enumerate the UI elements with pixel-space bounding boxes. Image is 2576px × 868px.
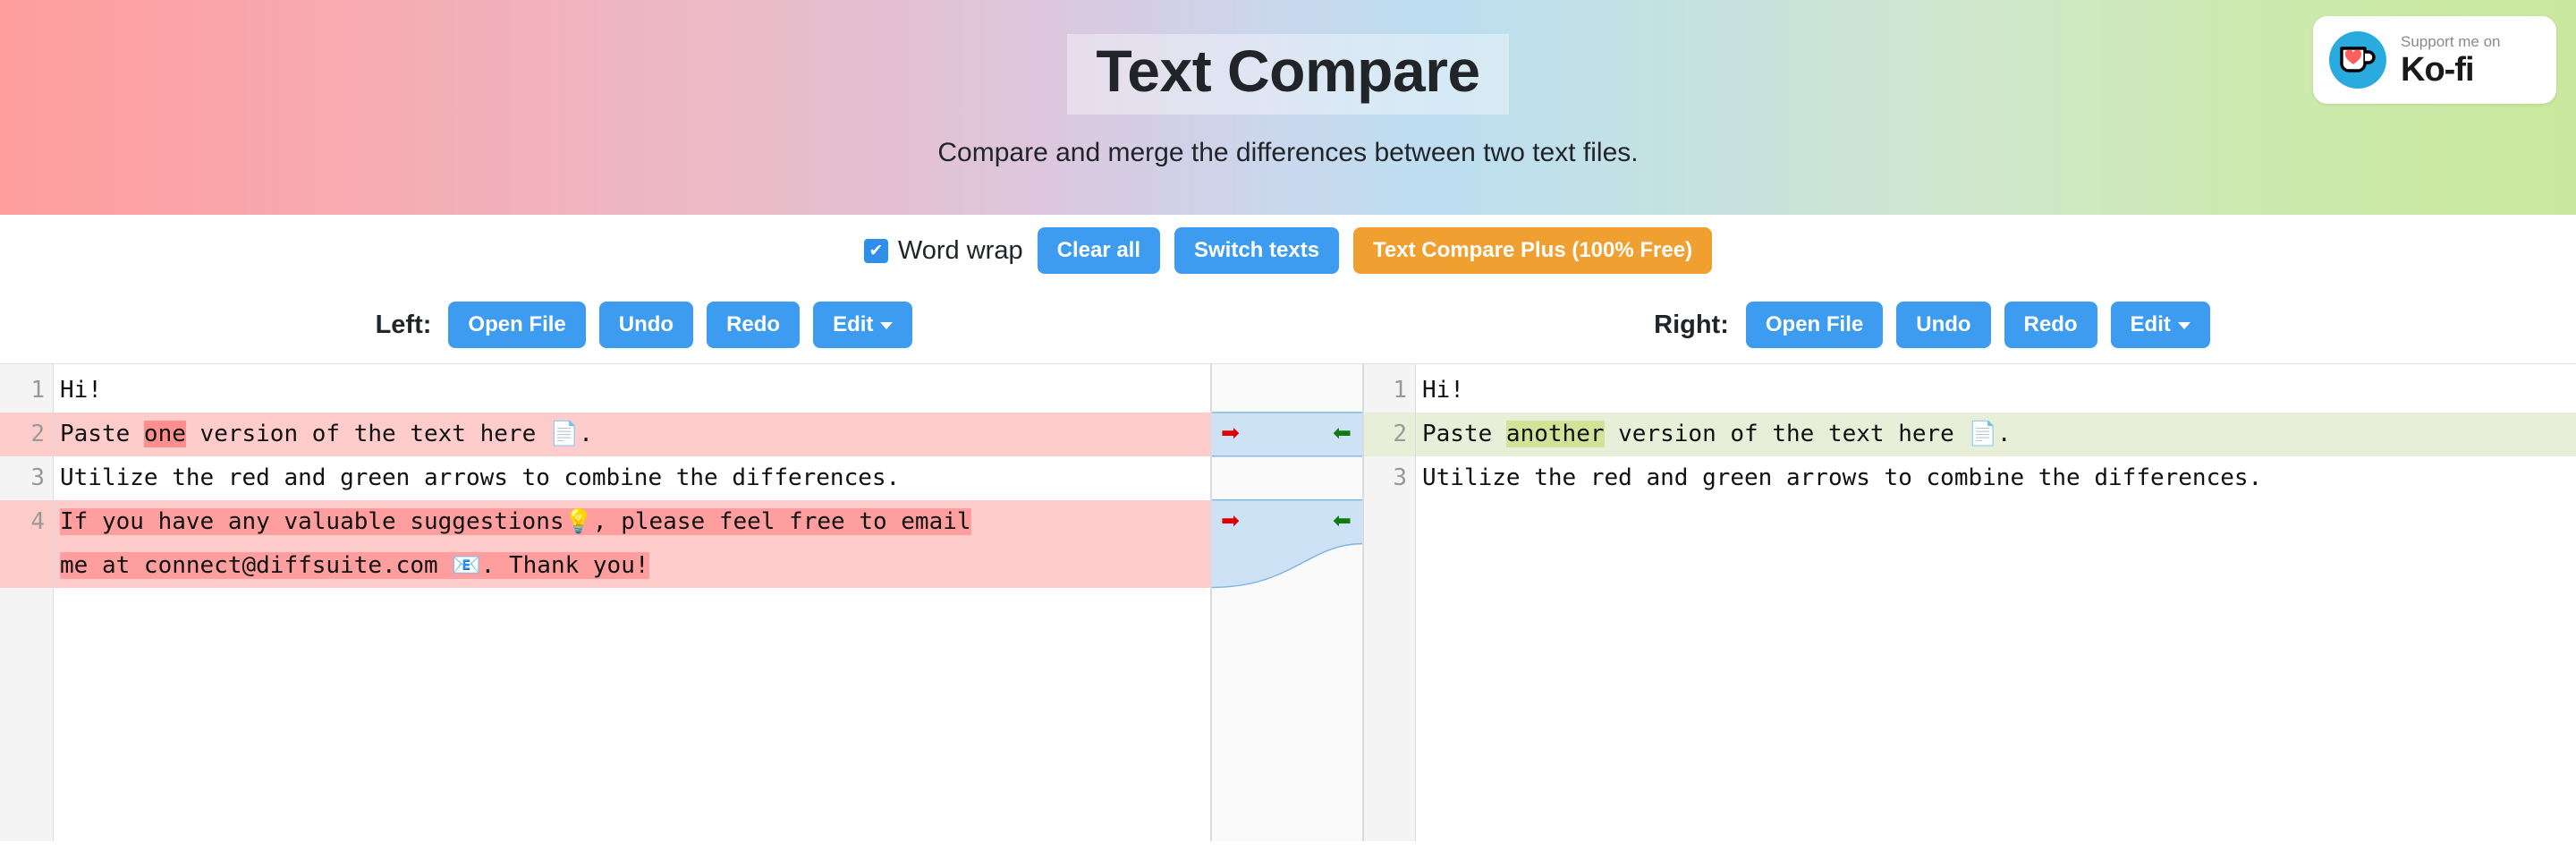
kofi-support-badge[interactable]: Support me on Ko-fi — [2313, 16, 2556, 104]
code-text: version of the text here — [185, 421, 550, 447]
code-text: Hi! — [60, 377, 102, 404]
right-code-content[interactable]: Hi! Paste another version of the text he… — [1416, 364, 2576, 841]
page-facing-up-emoji: 📄 — [549, 421, 580, 447]
line-number: 2 — [0, 413, 53, 456]
switch-texts-button[interactable]: Switch texts — [1174, 227, 1340, 274]
code-line[interactable]: Utilize the red and green arrows to comb… — [54, 456, 1210, 500]
kofi-cup-heart-icon — [2329, 31, 2386, 89]
code-text: Utilize the red and green arrows to comb… — [1422, 464, 2263, 491]
inline-diff-chunk: another — [1505, 421, 1605, 447]
chevron-down-icon — [2177, 321, 2190, 329]
code-text: . — [1996, 421, 2012, 447]
diff-chunk-text: If you have any valuable suggestions — [60, 508, 564, 535]
line-number: 1 — [1393, 377, 1407, 404]
line-number: 3 — [30, 464, 45, 491]
page-header: Text Compare Compare and merge the diffe… — [0, 0, 2576, 215]
copy-to-left-arrow-icon[interactable]: ⬅ — [1333, 509, 1352, 532]
left-pane-toolbar: Left: Open File Undo Redo Edit — [0, 286, 1288, 363]
code-text: version of the text here — [1604, 421, 1969, 447]
copy-to-right-arrow-icon[interactable]: ➡ — [1221, 509, 1240, 532]
email-emoji: 📧 — [452, 552, 481, 579]
page-title: Text Compare — [1096, 38, 1480, 104]
code-text: Paste — [1422, 421, 1506, 447]
right-undo-button[interactable]: Undo — [1896, 302, 1991, 348]
diff-chunk-text: me at connect@diffsuite.com — [60, 552, 453, 579]
right-edit-dropdown[interactable]: Edit — [2110, 302, 2210, 348]
code-line[interactable]: Paste one version of the text here 📄. — [54, 413, 1210, 456]
page-title-wrap: Text Compare — [1067, 34, 1509, 115]
code-text: Hi! — [1422, 377, 1464, 404]
inline-diff-chunk: one — [143, 421, 186, 447]
line-number: 2 — [1364, 413, 1415, 456]
line-number: 1 — [30, 377, 45, 404]
line-number: 3 — [1393, 464, 1407, 491]
code-line[interactable]: If you have any valuable suggestions💡, p… — [54, 500, 1210, 588]
diff-connector-gutter: ➡ ⬅ ➡ ⬅ — [1211, 364, 1363, 841]
left-open-file-button[interactable]: Open File — [448, 302, 586, 348]
clear-all-button[interactable]: Clear all — [1037, 227, 1160, 274]
right-redo-button[interactable]: Redo — [2004, 302, 2097, 348]
left-edit-dropdown[interactable]: Edit — [813, 302, 913, 348]
line-number: 4 — [0, 500, 53, 588]
code-text: . — [579, 421, 593, 447]
code-text: Paste — [60, 421, 144, 447]
kofi-text: Support me on Ko-fi — [2401, 34, 2501, 87]
pane-toolbars: Left: Open File Undo Redo Edit Right: Op… — [0, 286, 2576, 363]
right-pane-toolbar: Right: Open File Undo Redo Edit — [1288, 286, 2576, 363]
kofi-brand-label: Ko-fi — [2401, 50, 2475, 89]
left-undo-button[interactable]: Undo — [598, 302, 694, 348]
code-line[interactable]: Utilize the red and green arrows to comb… — [1416, 456, 2576, 500]
left-line-number-gutter: 1 2 3 4 — [0, 364, 54, 841]
copy-to-right-arrow-icon[interactable]: ➡ — [1221, 421, 1240, 444]
code-text: Utilize the red and green arrows to comb… — [60, 464, 901, 491]
right-line-number-gutter: 1 2 3 — [1364, 364, 1416, 841]
right-pane-label: Right: — [1654, 310, 1729, 339]
page-facing-up-emoji: 📄 — [1968, 421, 1997, 447]
word-wrap-checkbox[interactable]: ✔ — [863, 238, 888, 263]
chevron-down-icon — [880, 321, 894, 329]
left-editor[interactable]: 1 2 3 4 Hi! Paste one version of the tex… — [0, 364, 1211, 841]
code-line[interactable]: Hi! — [54, 369, 1210, 413]
code-line[interactable]: Hi! — [1416, 369, 2576, 413]
text-compare-plus-button[interactable]: Text Compare Plus (100% Free) — [1353, 227, 1713, 274]
word-wrap-group[interactable]: ✔ Word wrap — [863, 235, 1023, 266]
main-toolbar: ✔ Word wrap Clear all Switch texts Text … — [0, 215, 2576, 286]
left-code-content[interactable]: Hi! Paste one version of the text here 📄… — [54, 364, 1210, 841]
light-bulb-emoji: 💡 — [564, 508, 593, 535]
left-pane-label: Left: — [375, 310, 432, 339]
kofi-support-label: Support me on — [2401, 32, 2501, 50]
checkmark-icon: ✔ — [869, 241, 884, 260]
right-editor[interactable]: 1 2 3 Hi! Paste another version of the t… — [1363, 364, 2576, 841]
right-open-file-button[interactable]: Open File — [1745, 302, 1884, 348]
diff-area: 1 2 3 4 Hi! Paste one version of the tex… — [0, 363, 2576, 841]
word-wrap-label: Word wrap — [897, 235, 1023, 265]
page-subtitle: Compare and merge the differences betwee… — [937, 137, 1639, 167]
copy-to-left-arrow-icon[interactable]: ⬅ — [1333, 421, 1352, 444]
diff-chunk-text: . Thank you! — [480, 552, 649, 579]
left-edit-label: Edit — [833, 312, 874, 337]
code-line[interactable]: Paste another version of the text here 📄… — [1416, 413, 2576, 456]
left-redo-button[interactable]: Redo — [707, 302, 801, 348]
right-edit-label: Edit — [2130, 312, 2171, 337]
diff-chunk-text: , please feel free to email — [592, 508, 971, 535]
